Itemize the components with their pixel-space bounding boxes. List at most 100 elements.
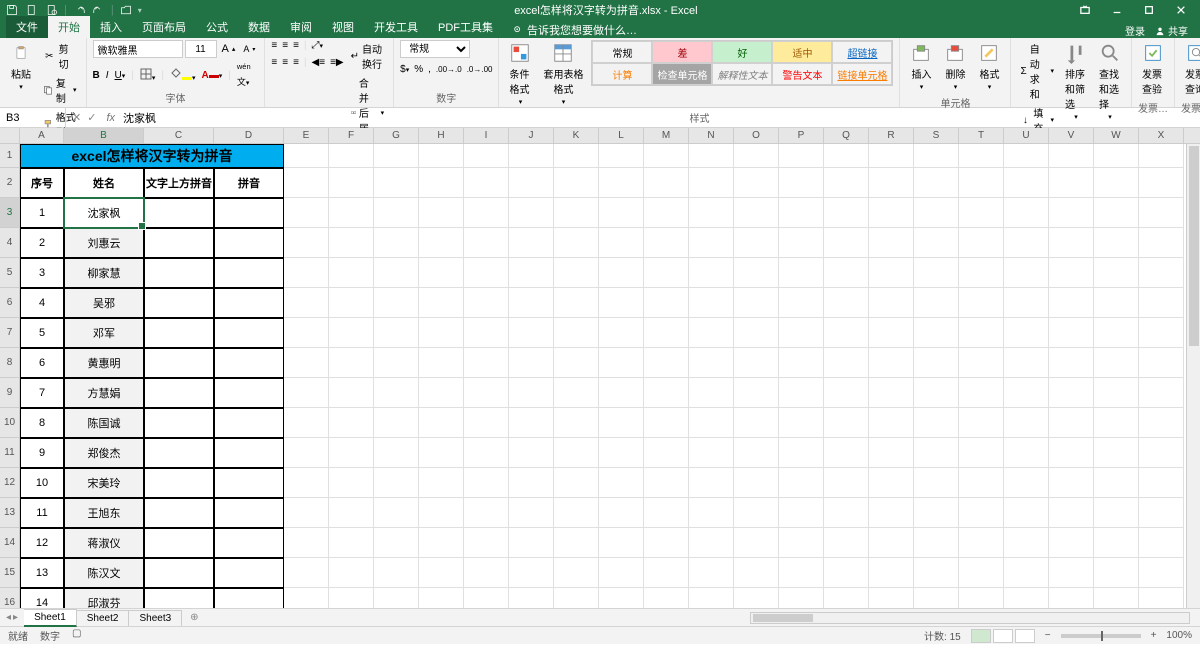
cell[interactable] bbox=[779, 378, 824, 408]
cell[interactable] bbox=[554, 438, 599, 468]
cell[interactable] bbox=[779, 228, 824, 258]
cell[interactable] bbox=[284, 498, 329, 528]
cell[interactable] bbox=[959, 288, 1004, 318]
cell[interactable] bbox=[214, 528, 284, 558]
cell[interactable] bbox=[419, 588, 464, 608]
cell[interactable] bbox=[284, 408, 329, 438]
cell[interactable] bbox=[1094, 198, 1139, 228]
cell[interactable] bbox=[554, 168, 599, 198]
cell[interactable] bbox=[914, 318, 959, 348]
border-button[interactable]: ▾ bbox=[140, 68, 156, 83]
tab-review[interactable]: 审阅 bbox=[280, 16, 322, 38]
cell[interactable] bbox=[959, 318, 1004, 348]
cell[interactable] bbox=[214, 468, 284, 498]
column-header[interactable]: W bbox=[1094, 128, 1139, 143]
cell[interactable] bbox=[214, 498, 284, 528]
cell[interactable] bbox=[959, 144, 1004, 168]
cell[interactable] bbox=[284, 588, 329, 608]
style-check[interactable]: 检查单元格 bbox=[652, 63, 712, 85]
cell[interactable] bbox=[509, 228, 554, 258]
format-cells-button[interactable]: 格式▾ bbox=[974, 40, 1004, 93]
cell[interactable] bbox=[374, 438, 419, 468]
cell[interactable] bbox=[689, 288, 734, 318]
style-calc[interactable]: 计算 bbox=[592, 63, 652, 85]
cell[interactable] bbox=[1139, 558, 1184, 588]
cell[interactable] bbox=[419, 228, 464, 258]
cell[interactable] bbox=[869, 558, 914, 588]
cell[interactable] bbox=[144, 228, 214, 258]
format-as-table-button[interactable]: 套用表格格式▾ bbox=[539, 40, 587, 108]
cell[interactable] bbox=[779, 588, 824, 608]
cell[interactable] bbox=[599, 438, 644, 468]
cell[interactable] bbox=[509, 168, 554, 198]
cell[interactable] bbox=[644, 318, 689, 348]
row-header[interactable]: 1 bbox=[0, 144, 19, 168]
font-color-button[interactable]: A▾ bbox=[202, 70, 223, 81]
cell[interactable] bbox=[1049, 318, 1094, 348]
cell[interactable] bbox=[329, 498, 374, 528]
column-header[interactable]: M bbox=[644, 128, 689, 143]
increase-indent-icon[interactable]: ≡▶ bbox=[330, 57, 344, 68]
column-header[interactable]: A bbox=[20, 128, 64, 143]
cell[interactable]: 5 bbox=[20, 318, 64, 348]
column-header[interactable]: G bbox=[374, 128, 419, 143]
cell[interactable]: 沈家枫 bbox=[64, 198, 144, 228]
cell[interactable] bbox=[554, 408, 599, 438]
cell[interactable] bbox=[1049, 408, 1094, 438]
cell[interactable] bbox=[1139, 588, 1184, 608]
cell[interactable] bbox=[1094, 168, 1139, 198]
cell[interactable] bbox=[509, 378, 554, 408]
column-header[interactable]: P bbox=[779, 128, 824, 143]
cell[interactable] bbox=[1049, 348, 1094, 378]
cell[interactable] bbox=[779, 468, 824, 498]
row-header[interactable]: 6 bbox=[0, 288, 19, 318]
cell[interactable] bbox=[644, 498, 689, 528]
cell[interactable] bbox=[374, 558, 419, 588]
column-header[interactable]: F bbox=[329, 128, 374, 143]
cell[interactable] bbox=[144, 468, 214, 498]
column-header[interactable]: R bbox=[869, 128, 914, 143]
cell[interactable] bbox=[599, 348, 644, 378]
cell[interactable] bbox=[374, 168, 419, 198]
cell[interactable] bbox=[214, 408, 284, 438]
cell[interactable] bbox=[554, 588, 599, 608]
column-header[interactable]: O bbox=[734, 128, 779, 143]
delete-cells-button[interactable]: 删除▾ bbox=[940, 40, 970, 93]
cell[interactable] bbox=[644, 198, 689, 228]
column-header[interactable]: Q bbox=[824, 128, 869, 143]
cell[interactable] bbox=[599, 168, 644, 198]
row-header[interactable]: 8 bbox=[0, 348, 19, 378]
horizontal-scrollbar[interactable] bbox=[750, 612, 1190, 624]
row-header[interactable]: 15 bbox=[0, 558, 19, 588]
tell-me-search[interactable]: 告诉我您想要做什么… bbox=[513, 22, 637, 38]
comma-icon[interactable]: , bbox=[428, 64, 431, 75]
tab-formulas[interactable]: 公式 bbox=[196, 16, 238, 38]
cell[interactable] bbox=[509, 438, 554, 468]
cell[interactable] bbox=[1049, 558, 1094, 588]
cell[interactable] bbox=[1004, 588, 1049, 608]
cell[interactable]: 4 bbox=[20, 288, 64, 318]
tab-file[interactable]: 文件 bbox=[6, 16, 48, 38]
cell[interactable] bbox=[869, 378, 914, 408]
sheet-tab-1[interactable]: Sheet1 bbox=[24, 609, 77, 627]
cell[interactable] bbox=[464, 318, 509, 348]
cell[interactable] bbox=[869, 408, 914, 438]
cell[interactable] bbox=[214, 318, 284, 348]
cell[interactable] bbox=[1139, 198, 1184, 228]
cell[interactable] bbox=[959, 198, 1004, 228]
cell[interactable] bbox=[869, 438, 914, 468]
bold-button[interactable]: B bbox=[93, 70, 100, 81]
row-header[interactable]: 5 bbox=[0, 258, 19, 288]
formula-input[interactable]: 沈家枫 bbox=[119, 110, 1200, 126]
cell[interactable] bbox=[869, 528, 914, 558]
cell[interactable] bbox=[959, 498, 1004, 528]
cell[interactable] bbox=[284, 318, 329, 348]
enter-formula-icon[interactable]: ✓ bbox=[87, 111, 96, 124]
cell[interactable] bbox=[1049, 588, 1094, 608]
cell[interactable] bbox=[419, 438, 464, 468]
cell[interactable] bbox=[284, 348, 329, 378]
cell[interactable] bbox=[214, 228, 284, 258]
column-header[interactable]: L bbox=[599, 128, 644, 143]
cell[interactable] bbox=[554, 198, 599, 228]
cell[interactable] bbox=[599, 378, 644, 408]
